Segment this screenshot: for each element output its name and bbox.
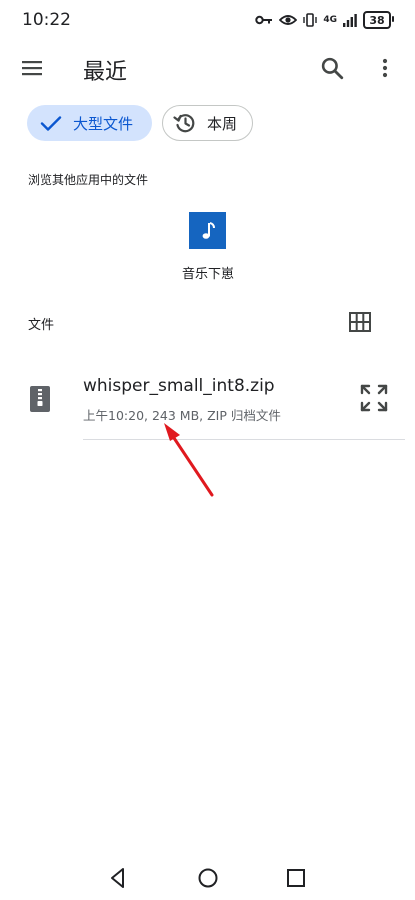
music-note-icon — [202, 221, 215, 239]
expand-icon[interactable] — [360, 384, 388, 412]
eye-icon — [279, 15, 298, 25]
key-icon — [255, 15, 273, 25]
back-icon[interactable] — [106, 866, 130, 890]
filter-chip-large-files[interactable]: 大型文件 — [27, 105, 152, 141]
filter-chip-label: 本周 — [207, 114, 238, 133]
home-icon[interactable] — [196, 866, 220, 890]
status-time: 10:22 — [22, 10, 71, 30]
status-icons: 4G 38 — [255, 11, 394, 29]
battery-level: 38 — [369, 13, 385, 27]
menu-icon[interactable] — [20, 56, 44, 80]
vibrate-icon — [303, 13, 318, 27]
files-section-title: 文件 — [28, 318, 55, 333]
app-label: 音乐下崽 — [181, 267, 234, 282]
recents-icon[interactable] — [284, 866, 308, 890]
zip-file-icon — [30, 386, 50, 412]
filter-chip-this-week[interactable]: 本周 — [162, 105, 253, 141]
status-bar: 10:22 4G 38 — [0, 0, 415, 40]
grid-view-icon[interactable] — [349, 312, 371, 332]
app-shortcut[interactable]: 音乐下崽 — [160, 212, 256, 284]
battery-indicator: 38 — [363, 11, 394, 29]
file-divider — [83, 439, 405, 440]
network-badge: 4G — [323, 14, 337, 25]
browse-apps-title: 浏览其他应用中的文件 — [28, 173, 149, 187]
annotation-arrow — [164, 423, 214, 497]
check-icon — [40, 116, 62, 131]
signal-icon — [343, 13, 357, 27]
filter-chip-label: 大型文件 — [73, 114, 134, 133]
app-bar: 最近 — [0, 44, 415, 92]
page-title: 最近 — [83, 60, 128, 85]
network-type: 4G — [323, 14, 337, 25]
search-icon[interactable] — [319, 55, 345, 81]
history-icon — [173, 114, 195, 133]
more-vert-icon[interactable] — [373, 55, 397, 81]
music-app-icon — [189, 212, 226, 249]
system-nav-bar — [0, 856, 415, 900]
file-name: whisper_small_int8.zip — [83, 376, 275, 396]
